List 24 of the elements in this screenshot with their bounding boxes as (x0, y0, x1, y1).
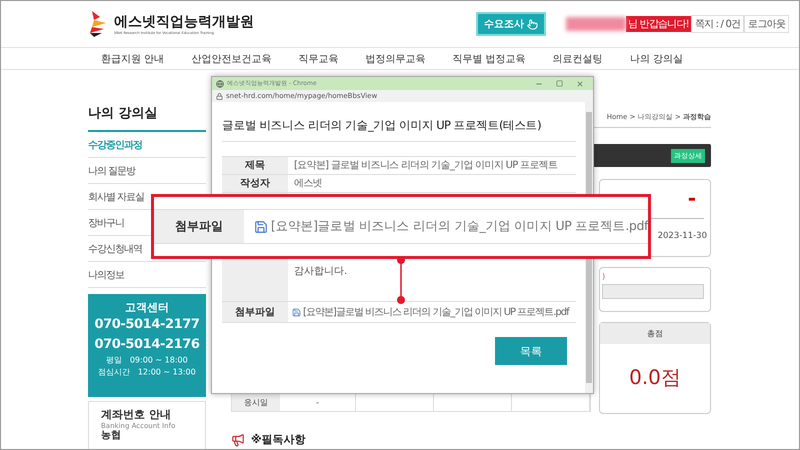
greeting-badge: 님 반갑습니다! (626, 16, 691, 32)
notice-title: ※필독사항 (251, 432, 306, 447)
score-value: 0.0점 (628, 364, 682, 391)
post-title: 글로벌 비즈니스 리더의 기술_기업 이미지 UP 프로젝트(테스트) (222, 114, 576, 142)
support-hours: 평일 09:00 ~ 18:00 (106, 356, 188, 366)
bank-name: 농협 (101, 430, 122, 442)
exam-label: 응시일 (232, 393, 280, 411)
field-label: 작성자 (222, 175, 288, 192)
phone-number: 070-5014-2176 (94, 336, 200, 354)
field-label: 제목 (222, 157, 288, 174)
field-label: 첨부파일 (222, 302, 288, 322)
sidebar-title: 나의 강의실 (88, 104, 206, 132)
callout-label: 첨부파일 (154, 210, 244, 243)
field-value: [요약본] 글로벌 비즈니스 리더의 기술_기업 이미지 UP 프로젝트 (293, 159, 558, 173)
field-value: 에스넷 (293, 177, 323, 191)
period-value: - (686, 185, 697, 210)
score-label: 총점 (600, 323, 710, 344)
bank-title: 계좌번호 안내 (101, 407, 172, 422)
support-hours: 점심시간 12:00 ~ 13:00 (98, 368, 196, 378)
phone-number: 070-5014-2177 (94, 316, 200, 334)
progress-note: ) (601, 271, 606, 281)
end-date: 2023-11-30 (656, 230, 708, 243)
post-body: 감사합니다. (294, 265, 348, 278)
support-title: 고객센터 (125, 300, 169, 315)
